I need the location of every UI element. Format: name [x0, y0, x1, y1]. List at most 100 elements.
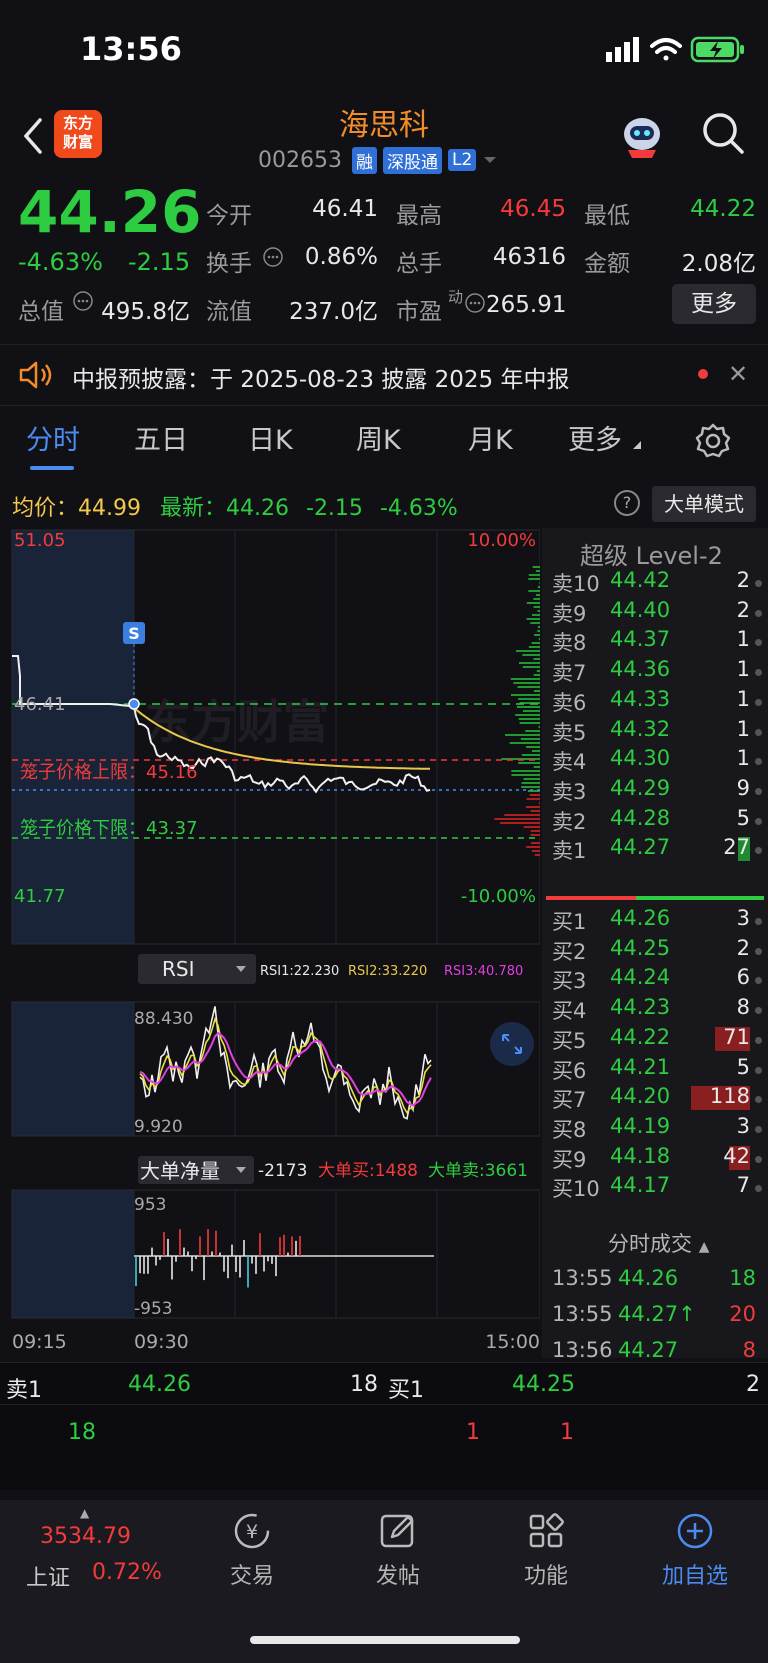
big-order-mode-button[interactable]: 大单模式 — [652, 486, 756, 522]
depth-bar — [513, 682, 540, 684]
level-label: 卖6 — [552, 690, 587, 715]
bid-row[interactable]: 买7 44.20 118 — [552, 1084, 762, 1114]
chart-tabs: 分时 五日 日K 周K 月K 更多 — [0, 418, 768, 468]
index-name[interactable]: 上证 — [26, 1560, 70, 1592]
level-dot — [755, 669, 762, 677]
level-price: 44.17 — [610, 1173, 671, 1198]
high-label: 最高 — [396, 203, 442, 229]
tab-five-day[interactable]: 五日 — [134, 418, 188, 457]
level-dot — [755, 1125, 762, 1133]
speaker-icon — [19, 361, 52, 389]
bid-row[interactable]: 买6 44.21 5 — [552, 1055, 762, 1085]
level-dot — [755, 758, 762, 766]
nav-add-watchlist[interactable]: 加自选 — [650, 1510, 740, 1590]
depth-bar — [531, 642, 540, 644]
tab-intraday[interactable]: 分时 — [26, 418, 80, 457]
tab-weekly-k[interactable]: 周K — [356, 418, 401, 457]
level-price: 44.37 — [610, 627, 671, 652]
ask-row[interactable]: 卖7 44.36 1 — [552, 657, 762, 687]
trade-time: 13:55 — [552, 1266, 613, 1290]
open-value: 46.41 — [312, 196, 378, 222]
rsi1-value: RSI1:22.230 — [260, 964, 339, 979]
ask-row[interactable]: 卖6 44.33 1 — [552, 687, 762, 717]
depth-bar — [537, 626, 540, 628]
trade-time: 13:55 — [552, 1302, 613, 1326]
volume-value: 46316 — [492, 244, 566, 270]
bid-row[interactable]: 买4 44.23 8 — [552, 995, 762, 1025]
rsi-selector[interactable] — [138, 954, 256, 984]
tab-daily-k[interactable]: 日K — [248, 418, 293, 457]
ask-row[interactable]: 卖5 44.32 1 — [552, 717, 762, 747]
bid-row[interactable]: 买5 44.22 71 — [552, 1025, 762, 1055]
bid-row[interactable]: 买1 44.26 3 — [552, 906, 762, 936]
price-info-line: 均价：44.99 最新：44.26 -2.15 -4.63% — [12, 490, 458, 522]
last-value: 44.26 — [226, 496, 289, 521]
level-label: 卖3 — [552, 779, 587, 804]
queue-bid-item: 1 — [466, 1420, 480, 1445]
amount-label: 金额 — [584, 251, 630, 277]
bid-row[interactable]: 买3 44.24 6 — [552, 965, 762, 995]
level-price: 44.36 — [610, 657, 671, 682]
ask-row[interactable]: 卖2 44.28 5 — [552, 806, 762, 836]
level-dot — [755, 728, 762, 736]
ask-row[interactable]: 卖9 44.40 2 — [552, 598, 762, 628]
depth-bar — [528, 574, 540, 576]
info-dots-icon[interactable] — [262, 246, 284, 268]
nav-trade[interactable]: ¥ 交易 — [218, 1510, 286, 1590]
robot-assistant-icon[interactable] — [618, 112, 666, 158]
strip-bid-vol: 2 — [746, 1372, 760, 1397]
ask-row[interactable]: 卖1 44.27 27 — [552, 835, 762, 865]
help-icon[interactable]: ? — [614, 490, 640, 516]
depth-bar — [533, 766, 540, 768]
big-order-sell: 大单卖:3661 — [428, 1161, 528, 1181]
level2-title[interactable]: 超级 Level-2 — [580, 536, 723, 571]
bid-row[interactable]: 买10 44.17 7 — [552, 1173, 762, 1203]
rsi-bottom-label: 9.920 — [134, 1117, 183, 1137]
index-pct[interactable]: 0.72% — [92, 1560, 162, 1585]
depth-bar — [528, 646, 540, 648]
level-volume: 2 — [736, 935, 750, 960]
close-icon[interactable]: ✕ — [728, 360, 748, 388]
y-bottom-label: 41.77 — [14, 886, 66, 907]
depth-bar — [531, 750, 540, 752]
stock-code-row[interactable]: 002653 融 深股通 L2 — [258, 146, 498, 174]
expand-button[interactable] — [490, 1022, 534, 1066]
nav-post[interactable]: 发帖 — [364, 1510, 432, 1590]
signal-icon — [606, 37, 639, 62]
search-icon[interactable] — [700, 110, 746, 156]
notice-text[interactable]: 中报预披露：于 2025-08-23 披露 2025 年中报 — [72, 360, 569, 394]
level-volume: 6 — [736, 965, 750, 990]
depth-bar — [530, 834, 540, 836]
notice-unread-dot — [698, 369, 708, 379]
depth-bar — [537, 610, 540, 612]
big-order-buy: 大单买:1488 — [318, 1161, 418, 1181]
time-label-open: 09:30 — [134, 1331, 189, 1353]
ask-row[interactable]: 卖10 44.42 2 — [552, 568, 762, 598]
tab-more[interactable]: 更多 — [568, 418, 622, 457]
index-value[interactable]: 3534.79 — [40, 1524, 131, 1549]
last-change: -2.15 — [306, 496, 363, 521]
bid-row[interactable]: 买2 44.25 2 — [552, 936, 762, 966]
depth-bar — [518, 718, 540, 720]
bid-row[interactable]: 买8 44.19 3 — [552, 1114, 762, 1144]
nav-functions[interactable]: 功能 — [512, 1510, 580, 1590]
gear-icon[interactable] — [694, 422, 732, 460]
intraday-chart-area[interactable]: 东方财富 S 51.05 46.41 41.77 10.00% -10.00% … — [0, 526, 540, 1356]
more-button[interactable]: 更多 — [672, 284, 756, 324]
home-indicator — [250, 1636, 520, 1644]
market-cap-label: 总值 — [18, 299, 64, 325]
bid-row[interactable]: 买9 44.18 42 — [552, 1144, 762, 1174]
chevron-down-icon — [484, 157, 497, 163]
level-label: 买3 — [552, 969, 587, 994]
ask-row[interactable]: 卖4 44.30 1 — [552, 746, 762, 776]
info-dots-icon[interactable] — [72, 290, 94, 312]
info-dots-icon[interactable] — [464, 292, 486, 314]
trades-title[interactable]: 分时成交 ▲ — [608, 1228, 709, 1258]
ask-row[interactable]: 卖3 44.29 9 — [552, 776, 762, 806]
trade-price: 44.26 — [618, 1266, 679, 1290]
ask-row[interactable]: 卖8 44.37 1 — [552, 627, 762, 657]
level-dot — [755, 787, 762, 795]
level-dot — [755, 1096, 762, 1104]
tab-monthly-k[interactable]: 月K — [468, 418, 513, 457]
depth-bar — [533, 674, 540, 676]
